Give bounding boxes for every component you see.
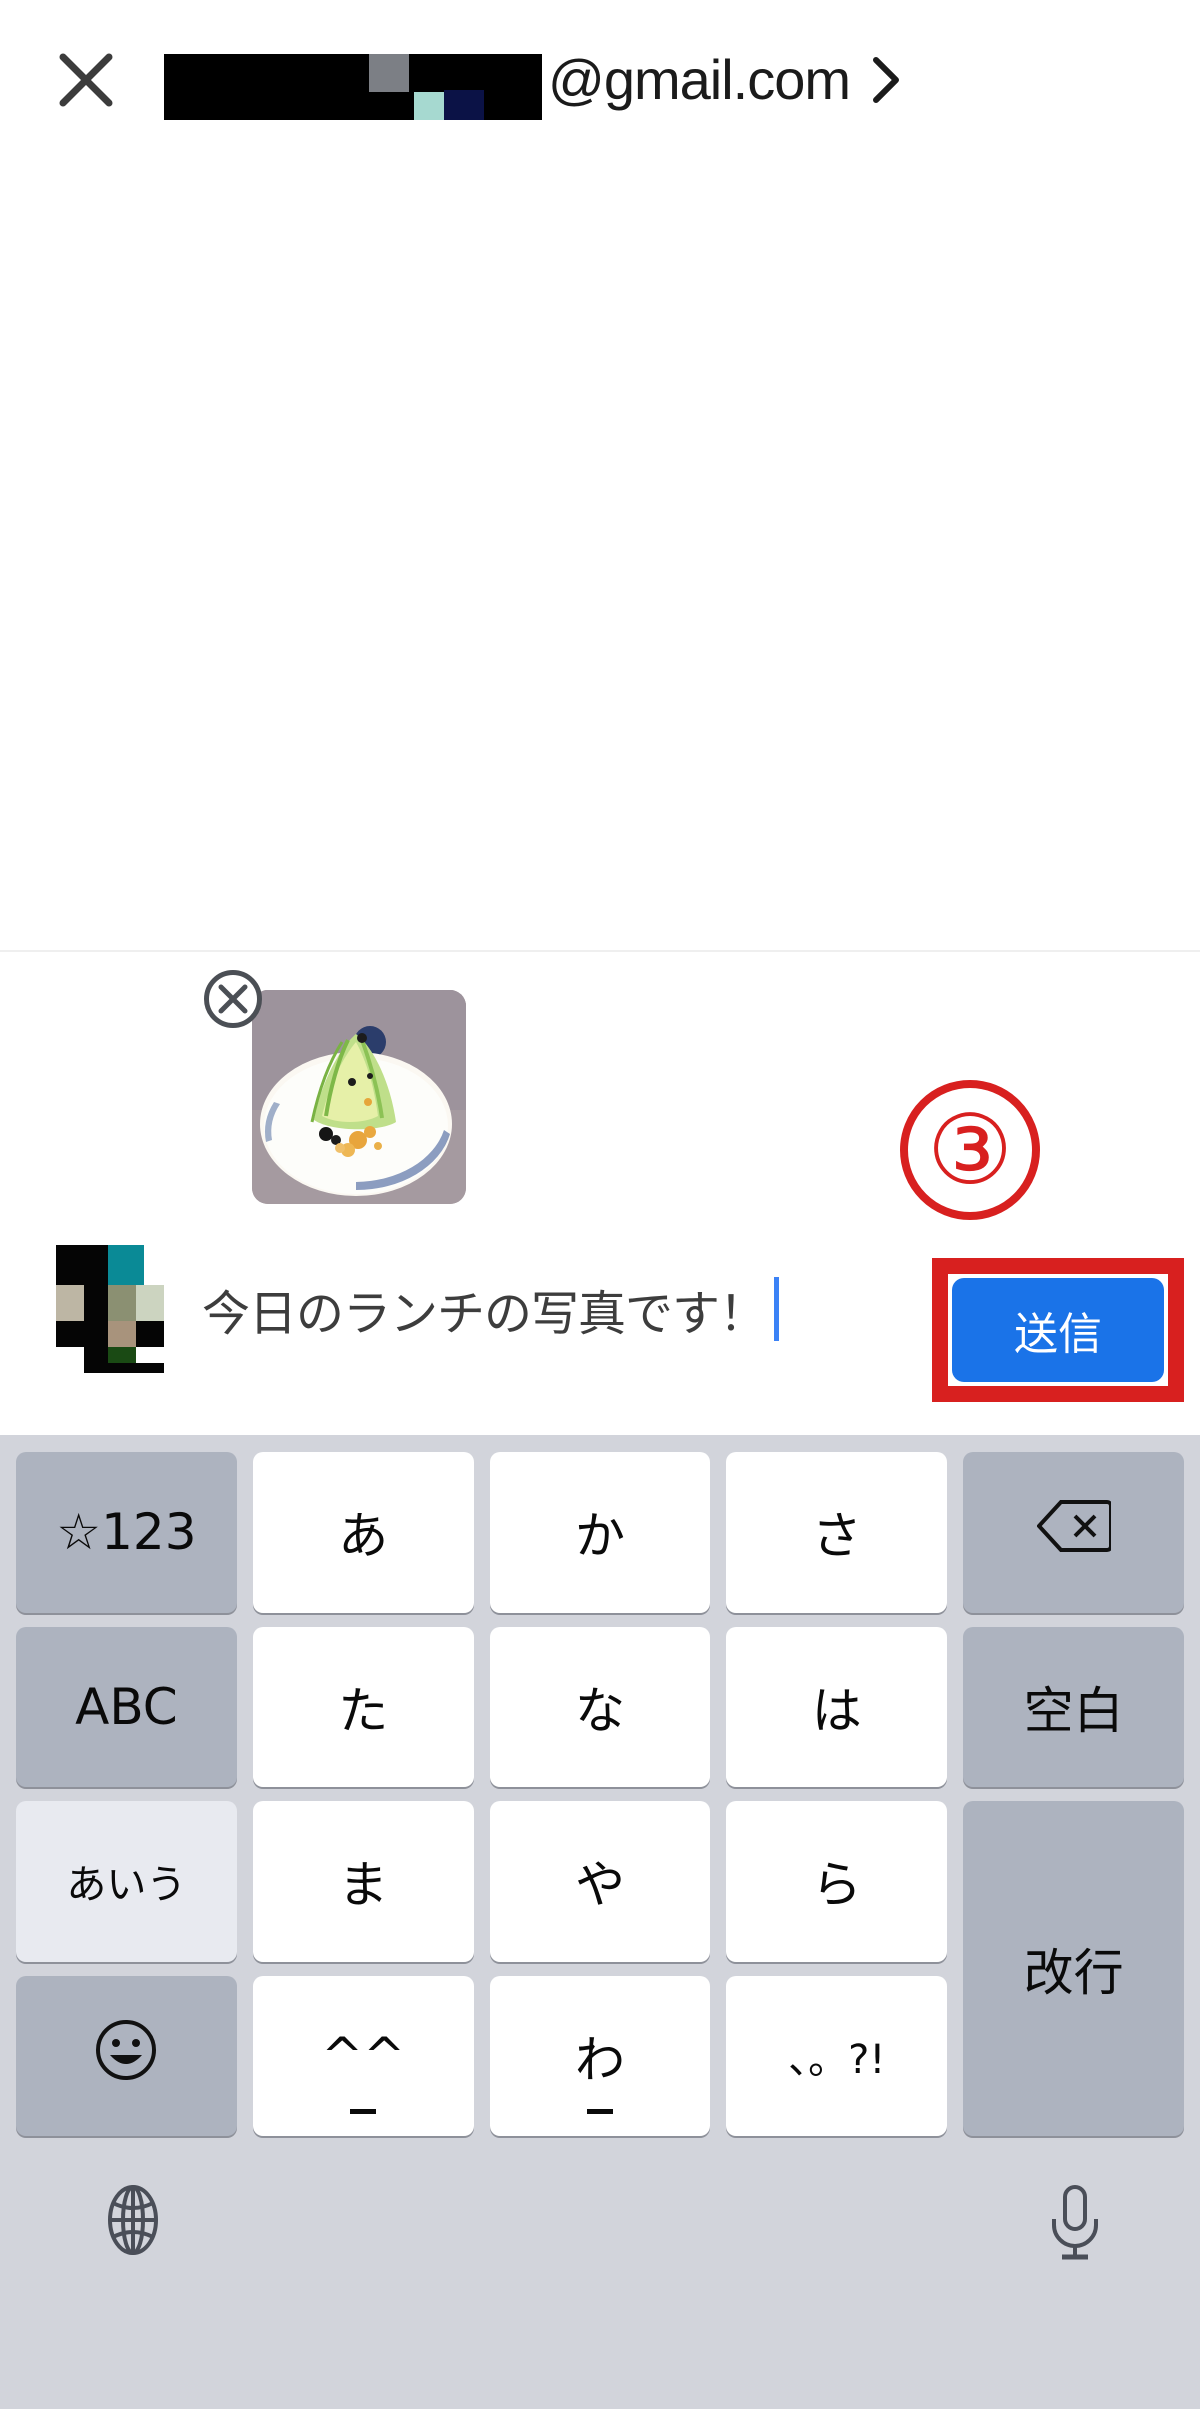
text-caret <box>774 1277 780 1341</box>
salad-photo <box>252 990 466 1204</box>
key-underbar <box>586 2109 613 2114</box>
key-label: た <box>338 1681 389 1740</box>
key-wa-row[interactable]: わ <box>489 1975 711 2136</box>
key-underbar <box>350 2109 377 2114</box>
key-label: ^^ <box>321 2026 406 2085</box>
key-sa-row[interactable]: さ <box>726 1452 948 1613</box>
close-button[interactable] <box>38 32 134 128</box>
globe-button[interactable] <box>96 2183 170 2262</box>
key-label: ☆123 <box>56 1503 197 1562</box>
keyboard-bottom-bar <box>0 2147 1200 2409</box>
key-label: 改行 <box>1023 1943 1124 2002</box>
key-label: は <box>811 1681 862 1740</box>
compose-header: @gmail.com <box>0 0 1200 160</box>
key-kana-mode[interactable]: あいう <box>16 1801 237 1962</box>
key-label: や <box>574 1856 625 1915</box>
key-ma-row[interactable]: ま <box>252 1801 474 1962</box>
key-punctuation[interactable]: 、。?! <box>726 1975 948 2136</box>
key-kaomoji[interactable]: ^^ <box>252 1975 474 2136</box>
key-space[interactable]: 空白 <box>963 1626 1184 1787</box>
key-label: あいう <box>66 1862 187 1909</box>
key-label: わ <box>574 2030 625 2089</box>
remove-attachment-button[interactable] <box>204 970 262 1028</box>
key-abc[interactable]: ABC <box>16 1626 237 1787</box>
key-label: 空白 <box>1023 1681 1124 1740</box>
key-ra-row[interactable]: ら <box>726 1801 948 1962</box>
message-text: 今日のランチの写真です！ <box>202 1288 767 1341</box>
key-emoji[interactable] <box>16 1975 237 2136</box>
key-ta-row[interactable]: た <box>252 1626 474 1787</box>
backspace-icon <box>1035 1498 1113 1566</box>
key-label: あ <box>338 1507 389 1566</box>
send-button[interactable]: 送信 <box>952 1278 1164 1382</box>
send-button-highlight: 送信 <box>932 1258 1184 1402</box>
key-label: 、。?! <box>788 2036 886 2083</box>
key-label: か <box>574 1507 625 1566</box>
recipient-email-suffix: @gmail.com <box>548 48 851 111</box>
smiley-icon <box>93 2017 159 2095</box>
key-na-row[interactable]: な <box>489 1626 711 1787</box>
close-icon <box>218 984 248 1014</box>
software-keyboard: ☆123 あ か さ ABC た な は 空白あいう ま や ら改行 ^^ わ 、。?! <box>0 1435 1200 2409</box>
globe-icon <box>108 2185 158 2255</box>
keyboard-grid: ☆123 あ か さ ABC た な は 空白あいう ま や ら改行 ^^ わ 、。?! <box>0 1435 1200 2143</box>
microphone-icon <box>1052 2185 1098 2260</box>
key-label: な <box>574 1681 625 1740</box>
close-icon <box>59 53 113 107</box>
key-ya-row[interactable]: や <box>489 1801 711 1962</box>
attachment-thumbnail[interactable] <box>252 990 466 1204</box>
key-label: ABC <box>75 1677 178 1736</box>
recipient-redacted-block <box>164 54 542 120</box>
recipient-row[interactable]: @gmail.com <box>164 40 902 120</box>
dictation-button[interactable] <box>1046 2183 1104 2268</box>
message-text-display[interactable]: 今日のランチの写真です！ <box>202 1274 780 1344</box>
key-return[interactable]: 改行 <box>963 1801 1184 2136</box>
key-backspace[interactable] <box>963 1452 1184 1613</box>
key-ha-row[interactable]: は <box>726 1626 948 1787</box>
key-label: ら <box>811 1856 862 1915</box>
screen-root: @gmail.com 今日のランチの写真です！ ③ 送信 ☆123 あ か さ … <box>0 0 1200 2409</box>
avatar <box>48 1245 168 1373</box>
step-annotation-3: ③ <box>900 1080 1040 1220</box>
key-symbols-123[interactable]: ☆123 <box>16 1452 237 1613</box>
key-label: さ <box>811 1507 862 1566</box>
key-a-row[interactable]: あ <box>252 1452 474 1613</box>
key-ka-row[interactable]: か <box>489 1452 711 1613</box>
attachment-thumbnail-wrapper[interactable] <box>204 970 466 1204</box>
chevron-right-icon[interactable] <box>870 54 902 106</box>
key-label: ま <box>338 1856 389 1915</box>
